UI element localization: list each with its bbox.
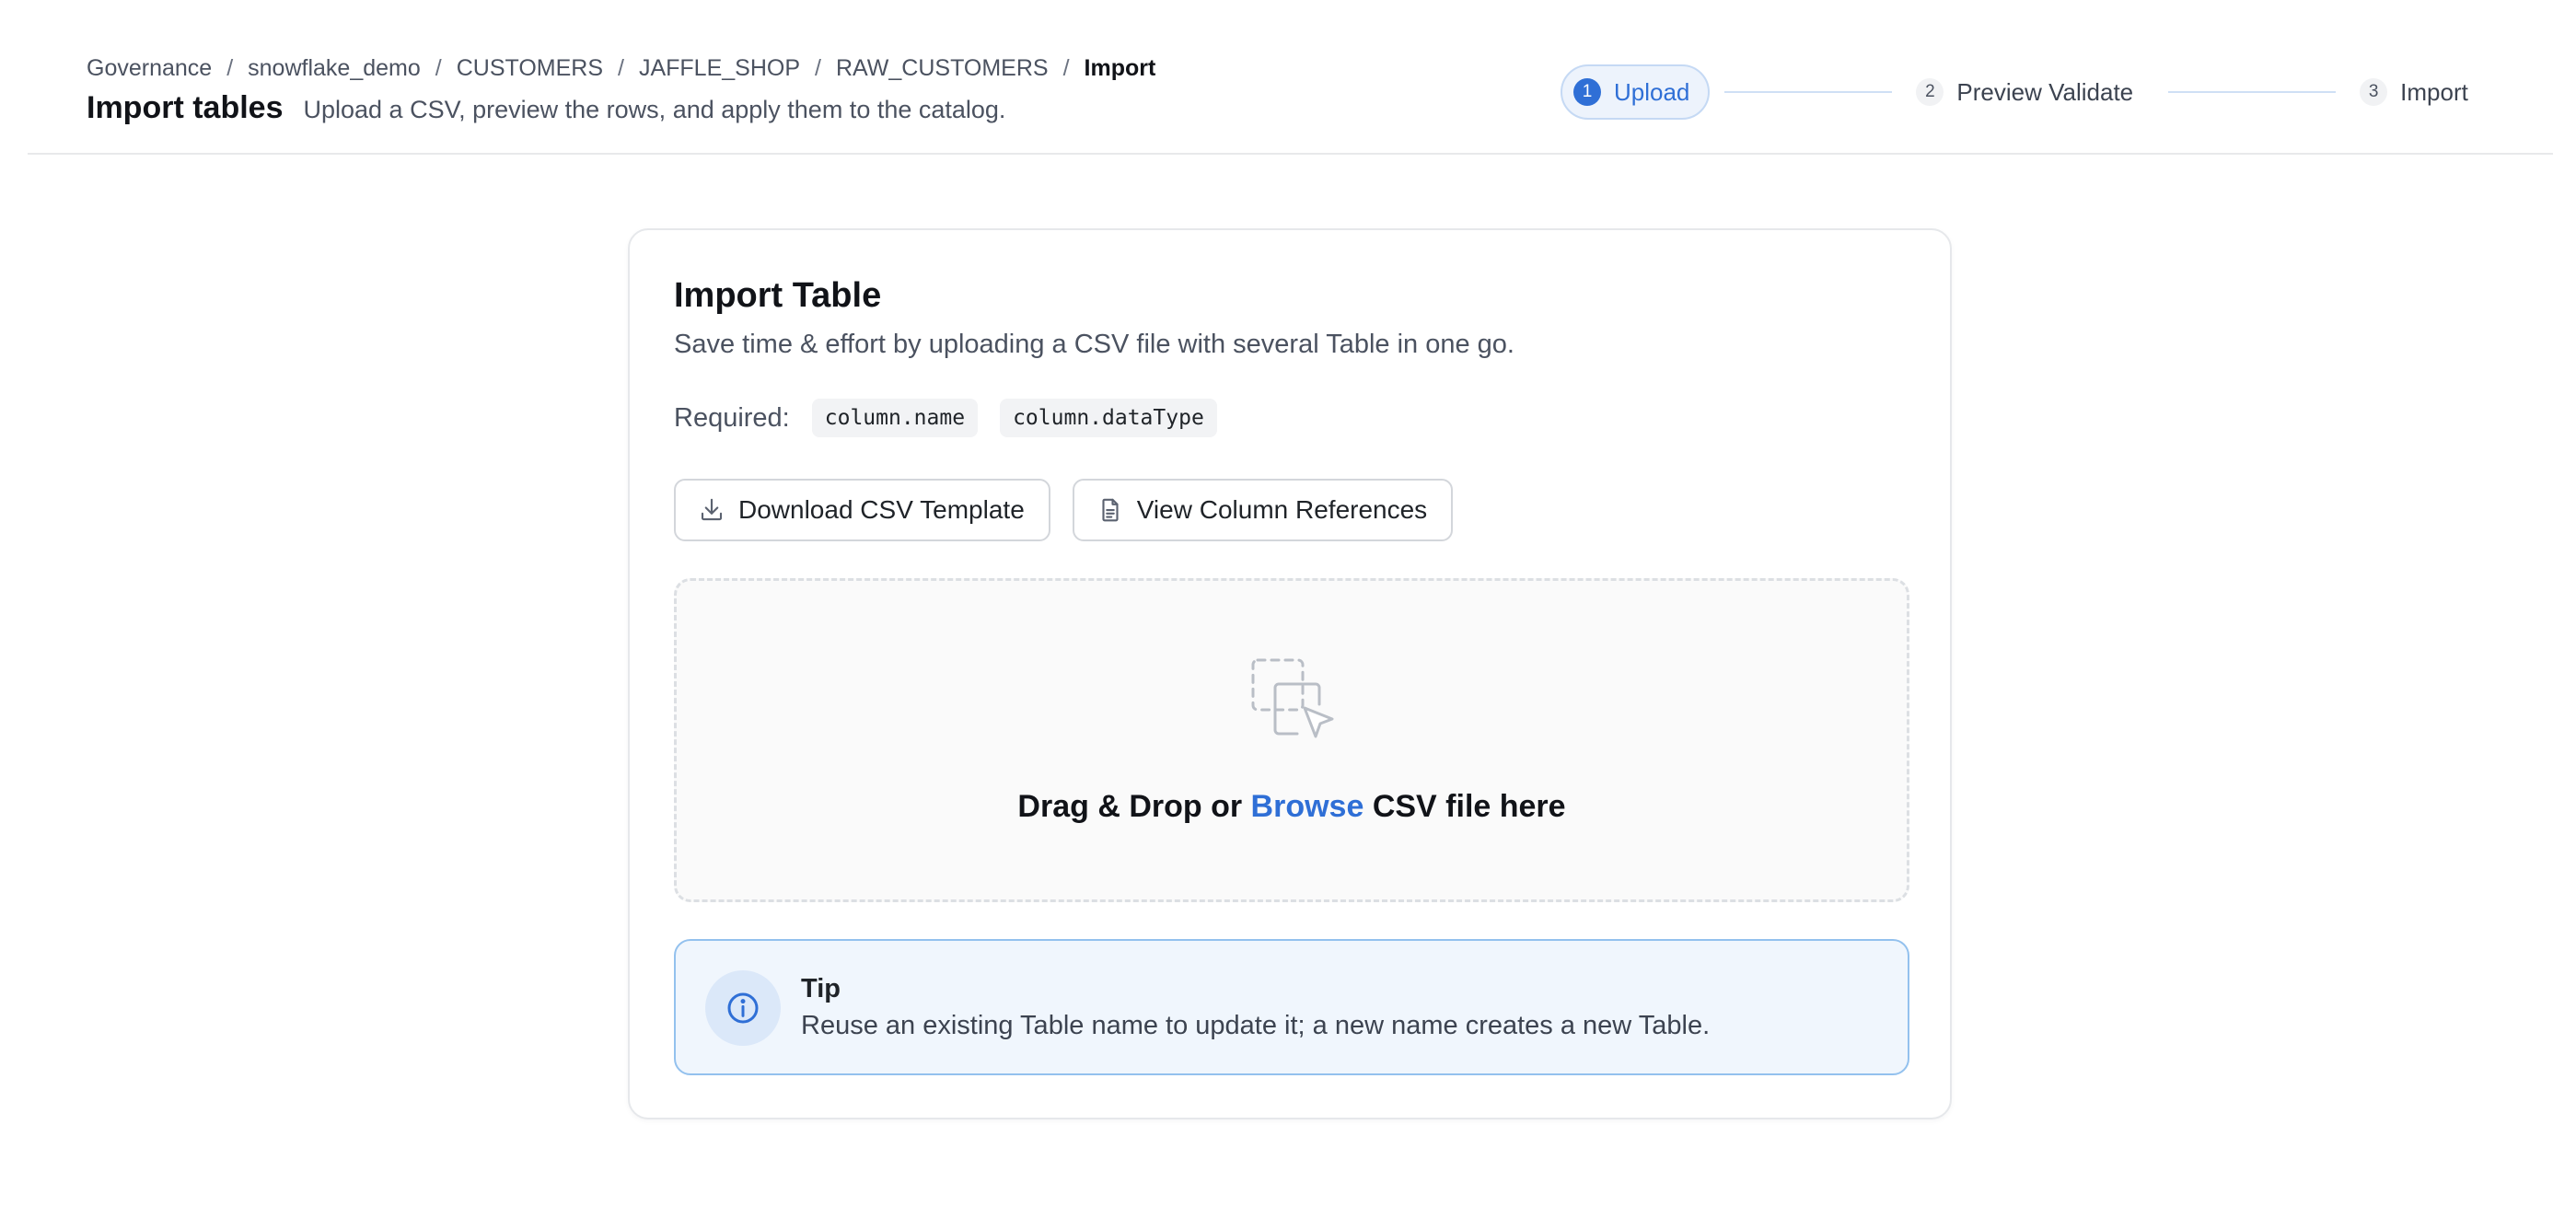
breadcrumb-separator: /: [815, 55, 821, 81]
required-field-chip: column.name: [811, 399, 979, 437]
page-title: Import tables: [87, 90, 284, 125]
csv-dropzone[interactable]: Drag & Drop or Browse CSV file here: [674, 578, 1909, 902]
required-label: Required:: [674, 402, 790, 433]
title-row: Import tables Upload a CSV, preview the …: [87, 90, 1005, 126]
action-buttons: Download CSV Template View Column Refere…: [674, 479, 1475, 541]
download-icon: [698, 496, 725, 524]
import-card: Import Table Save time & effort by uploa…: [628, 228, 1952, 1119]
breadcrumb-item-current: Import: [1084, 55, 1156, 81]
browse-link[interactable]: Browse: [1251, 789, 1364, 824]
step-upload[interactable]: 1 Upload: [1561, 64, 1711, 120]
tip-callout: Tip Reuse an existing Table name to upda…: [674, 939, 1909, 1075]
step-preview-validate[interactable]: 2 Preview Validate: [1916, 78, 2133, 107]
info-icon: [705, 970, 781, 1046]
document-icon: [1097, 496, 1124, 524]
step-label: Import: [2400, 77, 2468, 106]
button-label: Download CSV Template: [738, 495, 1025, 524]
step-label: Preview Validate: [1956, 77, 2134, 106]
required-fields-row: Required: column.name column.dataType: [674, 398, 1239, 438]
step-connector: [2168, 91, 2337, 93]
step-number: 3: [2360, 78, 2388, 106]
page-subtitle: Upload a CSV, preview the rows, and appl…: [303, 96, 1006, 123]
dropzone-text: Drag & Drop or Browse CSV file here: [677, 789, 1907, 825]
step-label: Upload: [1614, 77, 1690, 106]
breadcrumb-separator: /: [1062, 55, 1070, 81]
step-connector: [1724, 91, 1893, 93]
step-number: 2: [1916, 78, 1944, 106]
dropzone-text-before: Drag & Drop or: [1017, 789, 1243, 824]
breadcrumb-item-schema[interactable]: JAFFLE_SHOP: [639, 55, 800, 82]
breadcrumb-item-governance[interactable]: Governance: [87, 55, 212, 82]
breadcrumb-item-service[interactable]: snowflake_demo: [248, 55, 421, 82]
breadcrumb-item-database[interactable]: CUSTOMERS: [457, 55, 603, 82]
breadcrumb-separator: /: [435, 55, 442, 81]
drag-drop-icon: [1247, 655, 1340, 747]
required-field-chip: column.dataType: [1000, 399, 1217, 437]
import-stepper: 1 Upload 2 Preview Validate 3 Import: [1561, 64, 2468, 120]
step-number: 1: [1573, 78, 1601, 106]
tip-title: Tip: [801, 974, 841, 1003]
page-header: Governance / snowflake_demo / CUSTOMERS …: [28, 0, 2553, 155]
breadcrumb-separator: /: [618, 55, 624, 81]
view-column-references-button[interactable]: View Column References: [1072, 479, 1454, 541]
tip-text: Reuse an existing Table name to update i…: [801, 1011, 1711, 1040]
dropzone-text-after: CSV file here: [1372, 789, 1566, 824]
breadcrumb-separator: /: [226, 55, 234, 81]
card-title: Import Table: [674, 276, 882, 315]
card-description: Save time & effort by uploading a CSV fi…: [674, 330, 1514, 359]
download-csv-template-button[interactable]: Download CSV Template: [674, 479, 1050, 541]
step-import[interactable]: 3 Import: [2360, 78, 2468, 107]
breadcrumb: Governance / snowflake_demo / CUSTOMERS …: [87, 55, 1155, 82]
button-label: View Column References: [1136, 495, 1428, 524]
breadcrumb-item-table[interactable]: RAW_CUSTOMERS: [836, 55, 1049, 82]
